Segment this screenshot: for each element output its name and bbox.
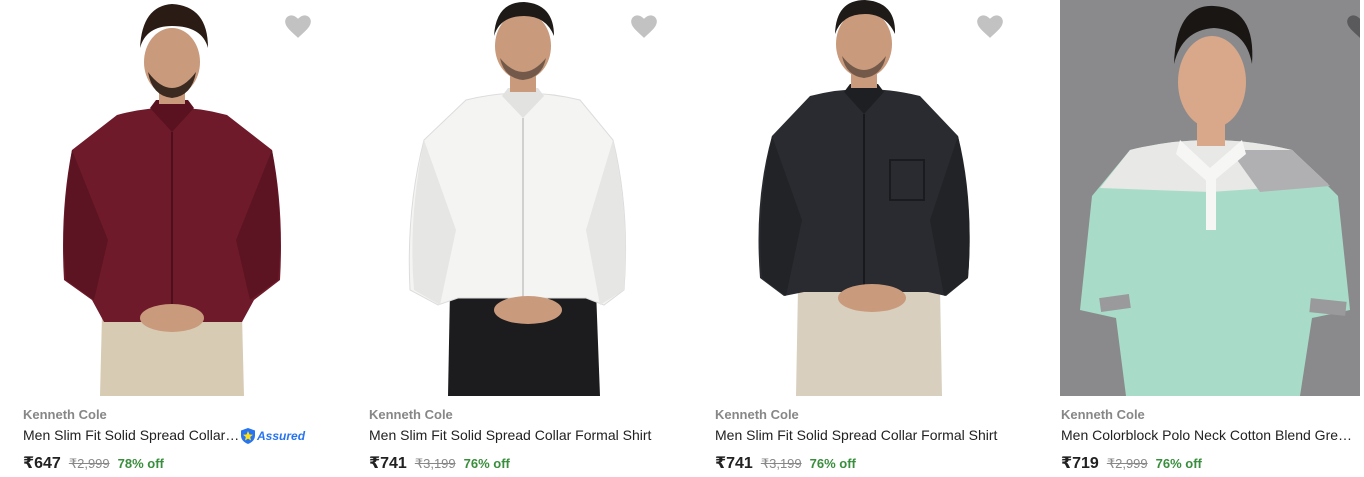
original-price: ₹2,999	[68, 456, 110, 471]
product-card[interactable]: Kenneth Cole Men Slim Fit Solid Spread C…	[22, 0, 322, 477]
model-black-shirt-image	[714, 0, 1014, 396]
selling-price: ₹719	[1061, 455, 1099, 472]
assured-shield-icon	[241, 428, 255, 444]
product-title[interactable]: Men Slim Fit Solid Spread Collar Formal …	[715, 427, 1013, 443]
discount-label: 78% off	[117, 456, 164, 471]
product-image[interactable]	[1060, 0, 1360, 396]
model-burgundy-shirt-image	[22, 0, 322, 396]
wishlist-heart-icon[interactable]	[1346, 14, 1360, 40]
product-brand: Kenneth Cole	[1061, 407, 1145, 422]
original-price: ₹2,999	[1106, 456, 1148, 471]
product-image[interactable]	[22, 0, 322, 396]
assured-badge: Assured	[240, 427, 305, 445]
product-card[interactable]: Kenneth Cole Men Slim Fit Solid Spread C…	[714, 0, 1014, 477]
original-price: ₹3,199	[414, 456, 456, 471]
product-title[interactable]: Men Slim Fit Solid Spread Collar Formal …	[369, 427, 667, 443]
price-row: ₹719 ₹2,999 76% off	[1061, 453, 1202, 473]
product-brand: Kenneth Cole	[23, 407, 107, 422]
product-card[interactable]: Kenneth Cole Men Slim Fit Solid Spread C…	[368, 0, 668, 477]
model-green-polo-image	[1060, 0, 1360, 396]
product-image[interactable]	[368, 0, 668, 396]
assured-label: Assured	[257, 429, 306, 443]
price-row: ₹741 ₹3,199 76% off	[369, 453, 510, 473]
product-grid: Kenneth Cole Men Slim Fit Solid Spread C…	[0, 0, 1364, 477]
product-card[interactable]: Kenneth Cole Men Colorblock Polo Neck Co…	[1060, 0, 1360, 477]
product-title[interactable]: Men Slim Fit Solid Spread Collar Formal …	[23, 427, 241, 443]
product-brand: Kenneth Cole	[715, 407, 799, 422]
price-row: ₹741 ₹3,199 76% off	[715, 453, 856, 473]
selling-price: ₹741	[715, 455, 753, 472]
selling-price: ₹741	[369, 455, 407, 472]
original-price: ₹3,199	[760, 456, 802, 471]
discount-label: 76% off	[809, 456, 856, 471]
model-white-shirt-image	[368, 0, 668, 396]
price-row: ₹647 ₹2,999 78% off	[23, 453, 164, 473]
selling-price: ₹647	[23, 455, 61, 472]
wishlist-heart-icon[interactable]	[630, 14, 658, 40]
discount-label: 76% off	[463, 456, 510, 471]
product-brand: Kenneth Cole	[369, 407, 453, 422]
product-title[interactable]: Men Colorblock Polo Neck Cotton Blend Gr…	[1061, 427, 1359, 443]
wishlist-heart-icon[interactable]	[976, 14, 1004, 40]
discount-label: 76% off	[1155, 456, 1202, 471]
product-image[interactable]	[714, 0, 1014, 396]
wishlist-heart-icon[interactable]	[284, 14, 312, 40]
